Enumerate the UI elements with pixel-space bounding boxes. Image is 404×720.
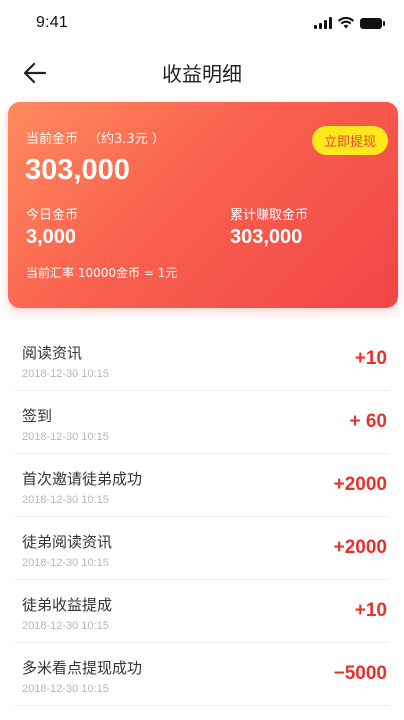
item-time: 2018-12-30 10:15 xyxy=(22,368,109,380)
total-coins-label: 累计赚取金币 xyxy=(230,208,309,223)
current-coins-approx: （约3.3元 ） xyxy=(88,132,165,147)
today-coins-value: 3,000 xyxy=(26,226,77,248)
current-coins-label: 当前金币 （约3.3元 ） xyxy=(26,128,165,147)
list-item[interactable]: 首次邀请徒弟成功 2018-12-30 10:15 +2000 xyxy=(14,454,389,517)
nav-bar: 收益明细 xyxy=(0,44,404,100)
status-bar: 9:41 xyxy=(0,0,404,44)
balance-card: 当前金币 （约3.3元 ） 303,000 立即提现 今日金币 3,000 累计赚… xyxy=(8,102,398,308)
item-amount: −5000 xyxy=(333,663,387,684)
list-item[interactable]: 徒弟阅读资讯 2018-12-30 10:15 +2000 xyxy=(14,517,389,580)
item-amount: +10 xyxy=(354,600,387,621)
item-amount: +2000 xyxy=(333,537,387,558)
item-title: 多米看点提现成功 xyxy=(22,659,143,677)
item-time: 2018-12-30 10:15 xyxy=(22,557,109,569)
list-item[interactable]: 多米看点提现成功 2018-12-30 10:15 −5000 xyxy=(14,643,389,706)
earnings-list: 阅读资讯 2018-12-30 10:15 +10 签到 2018-12-30 … xyxy=(0,328,404,706)
item-time: 2018-12-30 10:15 xyxy=(22,494,109,506)
item-title: 徒弟阅读资讯 xyxy=(22,533,113,551)
item-time: 2018-12-30 10:15 xyxy=(22,431,109,443)
status-time: 9:41 xyxy=(36,14,68,31)
item-amount: +2000 xyxy=(333,474,387,495)
item-amount: + 60 xyxy=(349,411,387,432)
today-coins-label: 今日金币 xyxy=(26,208,79,223)
total-coins-value: 303,000 xyxy=(230,226,303,248)
list-item[interactable]: 徒弟收益提成 2018-12-30 10:15 +10 xyxy=(14,580,389,643)
withdraw-button[interactable]: 立即提现 xyxy=(311,126,388,155)
list-item[interactable]: 阅读资讯 2018-12-30 10:15 +10 xyxy=(14,328,389,391)
list-item[interactable]: 签到 2018-12-30 10:15 + 60 xyxy=(14,391,389,454)
item-time: 2018-12-30 10:15 xyxy=(22,620,109,632)
battery-icon xyxy=(360,18,385,29)
signal-icon xyxy=(314,17,332,29)
item-title: 签到 xyxy=(22,407,53,425)
current-coins-value: 303,000 xyxy=(25,154,130,186)
item-title: 徒弟收益提成 xyxy=(22,596,113,614)
item-amount: +10 xyxy=(354,348,387,369)
current-coins-label-text: 当前金币 xyxy=(26,132,79,147)
status-icons xyxy=(314,17,385,29)
item-time: 2018-12-30 10:15 xyxy=(22,683,109,695)
item-title: 阅读资讯 xyxy=(22,344,83,362)
page-title: 收益明细 xyxy=(162,62,242,86)
wifi-icon xyxy=(338,17,354,29)
item-title: 首次邀请徒弟成功 xyxy=(22,470,143,488)
exchange-rate: 当前汇率 10000金币 = 1元 xyxy=(26,266,178,280)
